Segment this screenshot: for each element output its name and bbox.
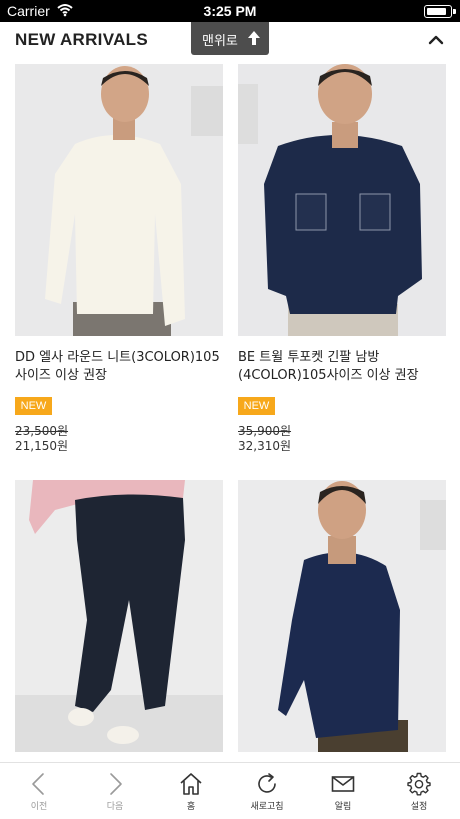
- gear-icon: [407, 772, 431, 796]
- section-title: NEW ARRIVALS: [15, 30, 148, 49]
- status-bar: Carrier 3:25 PM: [0, 0, 460, 22]
- product-image[interactable]: [15, 64, 223, 336]
- back-label: 이전: [30, 802, 48, 812]
- product-name[interactable]: DD 엘사 라운드 니트(3COLOR)105사이즈 이상 권장: [15, 349, 230, 385]
- refresh-button[interactable]: 새로고침: [229, 763, 305, 819]
- product-image[interactable]: [238, 64, 446, 336]
- product-image[interactable]: [15, 480, 223, 752]
- settings-label: 설정: [410, 802, 428, 812]
- back-button[interactable]: 이전: [1, 763, 77, 819]
- forward-button[interactable]: 다음: [77, 763, 153, 819]
- forward-label: 다음: [106, 802, 124, 812]
- home-icon: [180, 773, 202, 795]
- clock: 3:25 PM: [203, 3, 257, 19]
- scroll-to-top-label: 맨위로: [202, 34, 238, 49]
- battery-icon: [424, 5, 452, 18]
- mail-icon: [331, 776, 355, 792]
- sale-price: 32,310원: [238, 439, 292, 453]
- new-badge: NEW: [15, 397, 52, 415]
- notifications-label: 알림: [334, 802, 352, 812]
- home-button[interactable]: 홈: [153, 763, 229, 819]
- new-badge: NEW: [238, 397, 275, 415]
- chevron-right-icon: [110, 773, 122, 795]
- chevron-left-icon: [32, 773, 44, 795]
- chevron-up-icon: [428, 35, 444, 45]
- product-name[interactable]: BE 트윌 투포켓 긴팔 남방(4COLOR)105사이즈 이상 권장: [238, 349, 453, 385]
- sale-price: 21,150원: [15, 439, 69, 453]
- scroll-to-top-button[interactable]: 맨위로: [191, 22, 269, 55]
- collapse-button[interactable]: [426, 30, 446, 50]
- notifications-button[interactable]: 알림: [305, 763, 381, 819]
- settings-button[interactable]: 설정: [381, 763, 457, 819]
- refresh-label: 새로고침: [250, 802, 284, 812]
- product-image[interactable]: [238, 480, 446, 752]
- arrow-up-icon: [248, 31, 260, 45]
- battery-tip: [453, 9, 456, 14]
- bottom-tab-bar: 이전 다음 홈 새로고침 알림 설정: [0, 762, 460, 818]
- refresh-icon: [258, 773, 276, 793]
- home-label: 홈: [186, 802, 196, 812]
